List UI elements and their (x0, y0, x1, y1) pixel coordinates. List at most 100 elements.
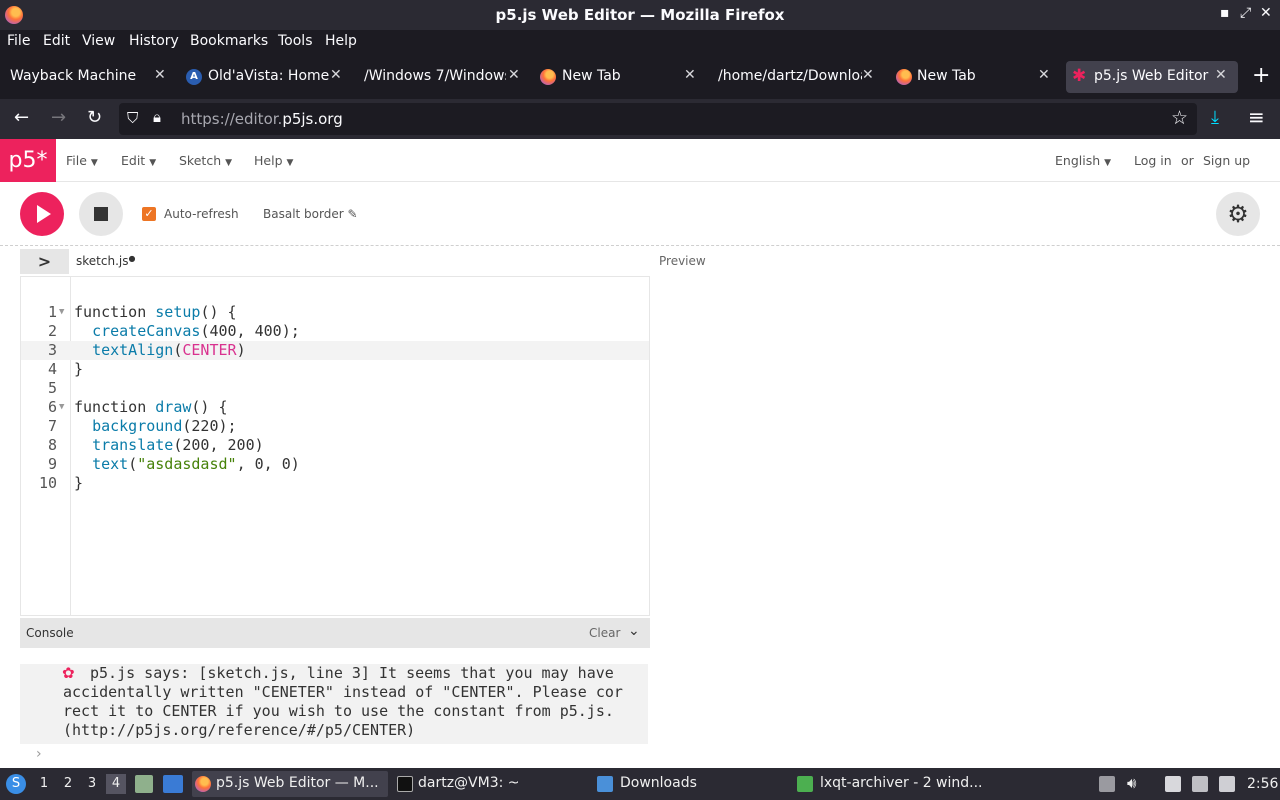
menu-help[interactable]: Help (325, 33, 357, 49)
code-text: createCanvas(400, 400); (74, 322, 300, 341)
code-text: function setup() { (74, 303, 237, 322)
login-link[interactable]: Log in (1134, 153, 1172, 168)
clipboard-icon[interactable] (1165, 776, 1181, 792)
code-token: draw (155, 398, 192, 416)
task-downloads[interactable]: Downloads (594, 771, 790, 797)
code-line[interactable]: 3 textAlign(CENTER) (21, 341, 649, 360)
reload-button[interactable]: ↻ (87, 107, 102, 128)
code-token: } (74, 474, 84, 492)
menu-history[interactable]: History (129, 33, 179, 49)
code-line[interactable]: 2 createCanvas(400, 400); (21, 322, 649, 341)
p5-menu-file[interactable]: File ▼ (66, 153, 98, 168)
settings-gear-icon[interactable]: ⚙ (1216, 192, 1260, 236)
app-launcher-icon[interactable]: S (6, 774, 26, 794)
code-line[interactable]: 9 text("asdasdasd", 0, 0) (21, 455, 649, 474)
network-icon[interactable] (1219, 776, 1235, 792)
task-firefox[interactable]: p5.js Web Editor — M... (192, 771, 388, 797)
tab-label: /home/dartz/Downloa (718, 68, 862, 84)
p5-logo[interactable]: p5* (0, 139, 56, 182)
tab-strip: Wayback Machine ✕ A Old'aVista: Home ✕ /… (0, 55, 1280, 99)
tab-new-tab-2[interactable]: New Tab ✕ (892, 61, 1062, 93)
task-archiver[interactable]: lxqt-archiver - 2 wind... (794, 771, 990, 797)
desktop-2[interactable]: 2 (58, 774, 78, 794)
maximize-button[interactable]: ⤢ (1240, 5, 1251, 21)
url-text[interactable]: https://editor.p5js.org (181, 110, 343, 128)
console-header: Console Clear ⌄ (20, 618, 650, 648)
tab-close-icon[interactable]: ✕ (508, 67, 520, 83)
menu-file[interactable]: File (7, 33, 30, 49)
console-clear-button[interactable]: Clear (589, 626, 620, 640)
tray-window-icon[interactable] (1099, 776, 1115, 792)
tab-close-icon[interactable]: ✕ (862, 67, 874, 83)
tab-p5-editor[interactable]: ✱ p5.js Web Editor ✕ (1066, 61, 1238, 93)
tab-close-icon[interactable]: ✕ (1038, 67, 1050, 83)
lock-icon[interactable]: 🔒︎ (153, 108, 161, 126)
menu-edit[interactable]: Edit (43, 33, 70, 49)
code-token: textAlign (92, 341, 174, 359)
play-button[interactable] (20, 192, 64, 236)
clock: 2:56 (1247, 776, 1279, 792)
auto-refresh-checkbox[interactable]: ✓ (142, 207, 156, 221)
desktop-1[interactable]: 1 (34, 774, 54, 794)
tab-close-icon[interactable]: ✕ (330, 67, 342, 83)
code-token: ( (128, 455, 138, 473)
code-line[interactable]: 10} (21, 474, 649, 493)
p5-nav: p5* File ▼ Edit ▼ Sketch ▼ Help ▼ Englis… (0, 139, 1280, 182)
display-icon[interactable] (1192, 776, 1208, 792)
bookmark-star-icon[interactable]: ☆ (1171, 107, 1188, 129)
code-line[interactable]: 5 (21, 379, 649, 398)
code-line[interactable]: 1 ▼ function setup() { (21, 303, 649, 322)
fold-arrow-icon[interactable]: ▼ (59, 398, 64, 417)
tab-label: /Windows 7/Windows (364, 68, 506, 84)
tab-home-downloads[interactable]: /home/dartz/Downloa ✕ (714, 61, 888, 93)
new-tab-button[interactable]: + (1252, 63, 1270, 88)
app-menu-icon[interactable]: ≡ (1248, 105, 1265, 129)
menu-view[interactable]: View (82, 33, 115, 49)
tab-close-icon[interactable]: ✕ (154, 67, 166, 83)
tab-windows7[interactable]: /Windows 7/Windows ✕ (358, 61, 532, 93)
close-window-button[interactable]: ✕ (1260, 5, 1272, 21)
p5-star-icon: ✱ (1072, 66, 1087, 86)
console-prompt-chevron-icon[interactable]: › (36, 746, 42, 762)
tab-new-tab-1[interactable]: New Tab ✕ (536, 61, 710, 93)
code-line[interactable]: 7 background(220); (21, 417, 649, 436)
desktop-4[interactable]: 4 (106, 774, 126, 794)
tab-close-icon[interactable]: ✕ (684, 67, 696, 83)
forward-button[interactable]: → (51, 107, 66, 128)
tab-oldavista[interactable]: A Old'aVista: Home ✕ (180, 61, 354, 93)
url-bar[interactable]: ⛉ 🔒︎ https://editor.p5js.org ☆ (119, 103, 1197, 135)
code-line[interactable]: 6 ▼ function draw() { (21, 398, 649, 417)
code-editor[interactable]: 1 ▼ function setup() {2 createCanvas(400, … (20, 276, 650, 616)
console-collapse-chevron-icon[interactable]: ⌄ (628, 623, 640, 639)
language-select[interactable]: English ▼ (1055, 153, 1111, 168)
menu-bookmarks[interactable]: Bookmarks (190, 33, 268, 49)
code-line[interactable]: 8 translate(200, 200) (21, 436, 649, 455)
back-button[interactable]: ← (14, 107, 29, 128)
show-desktop-icon[interactable] (163, 775, 183, 793)
shield-icon[interactable]: ⛉ (127, 109, 138, 127)
tab-wayback-machine[interactable]: Wayback Machine ✕ (2, 61, 176, 93)
signup-link[interactable]: Sign up (1203, 153, 1250, 168)
sketch-name[interactable]: Basalt border ✎ (263, 207, 358, 221)
firefox-icon (195, 776, 211, 792)
code-line[interactable]: 4} (21, 360, 649, 379)
code-token: () { (200, 303, 237, 321)
p5-menu-sketch[interactable]: Sketch ▼ (179, 153, 232, 168)
desktop-3[interactable]: 3 (82, 774, 102, 794)
downloads-icon[interactable]: ⤓ (1211, 107, 1219, 128)
task-label: p5.js Web Editor — M... (216, 775, 379, 791)
fold-arrow-icon[interactable]: ▼ (59, 303, 64, 322)
file-manager-quicklaunch-icon[interactable] (135, 775, 153, 793)
stop-button[interactable] (79, 192, 123, 236)
sidebar-toggle-chevron-icon[interactable]: > (20, 249, 69, 274)
p5-menu-help[interactable]: Help ▼ (254, 153, 293, 168)
minimize-button[interactable]: ▪ (1220, 5, 1230, 21)
p5-menu-edit[interactable]: Edit ▼ (121, 153, 156, 168)
task-terminal[interactable]: dartz@VM3: ~ (394, 771, 590, 797)
file-tab-sketch-js[interactable]: sketch.js● (76, 254, 135, 268)
menu-tools[interactable]: Tools (278, 33, 313, 49)
volume-icon[interactable]: 🔊︎ (1127, 774, 1136, 792)
line-number: 9 (47, 455, 57, 473)
code-token: CENTER (182, 341, 237, 359)
tab-close-icon[interactable]: ✕ (1215, 67, 1227, 83)
